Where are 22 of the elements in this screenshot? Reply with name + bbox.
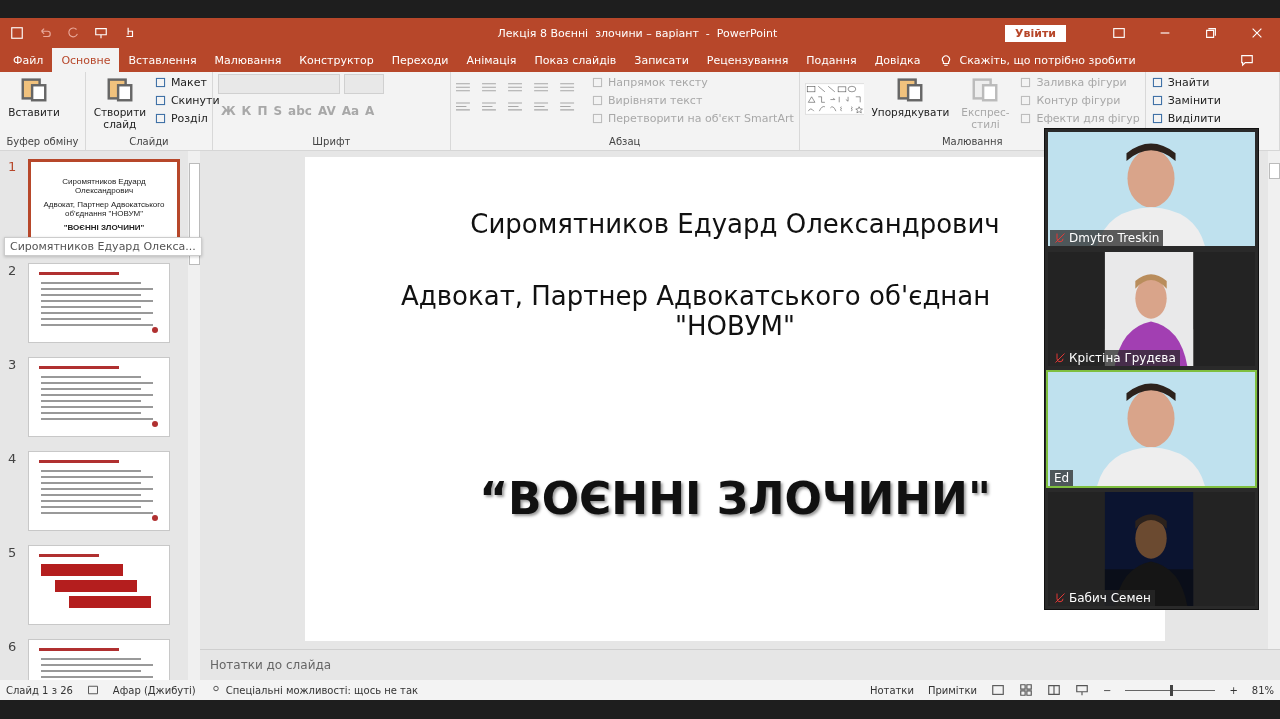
group-title: Шрифт bbox=[311, 136, 352, 149]
slide-name: Сиромятников Едуард Олександрович bbox=[470, 209, 1000, 239]
slide-counter: Слайд 1 з 26 bbox=[6, 684, 73, 696]
group-title: Малювання bbox=[940, 136, 1004, 149]
slide-number: 2 bbox=[8, 263, 18, 280]
participant-name: Dmytro Treskin bbox=[1050, 230, 1164, 246]
window-title: Лекція 8 Воєнні злочини – варіант - PowerPoint bbox=[496, 26, 779, 40]
slide-number: 4 bbox=[8, 451, 18, 468]
group-title: Слайди bbox=[128, 136, 170, 149]
slide-number: 5 bbox=[8, 545, 18, 562]
group-title: Абзац bbox=[608, 136, 642, 149]
slide-role: Адвокат, Партнер Адвокатського об'єднан bbox=[401, 281, 991, 311]
thumbnail-text: Сиромятников Едуард Олександрович bbox=[61, 176, 147, 195]
thumbnail-title: "ВОЄННІ ЗЛОЧИНИ" bbox=[62, 222, 146, 232]
slide-number: 3 bbox=[8, 357, 18, 374]
slide-org: "НОВУМ" bbox=[674, 311, 795, 341]
slide-number: 6 bbox=[8, 639, 18, 656]
thumbnail-text: Адвокат, Партнер Адвокатського об'єднання "НОВУМ" bbox=[42, 199, 166, 218]
group-title: Буфер обміну bbox=[5, 136, 80, 149]
slide-title: “ВОЄННІ ЗЛОЧИНИ" bbox=[479, 473, 991, 524]
participant-name: Ed bbox=[1050, 470, 1074, 486]
tooltip: Сиромятников Едуард Олекса... bbox=[4, 237, 202, 256]
